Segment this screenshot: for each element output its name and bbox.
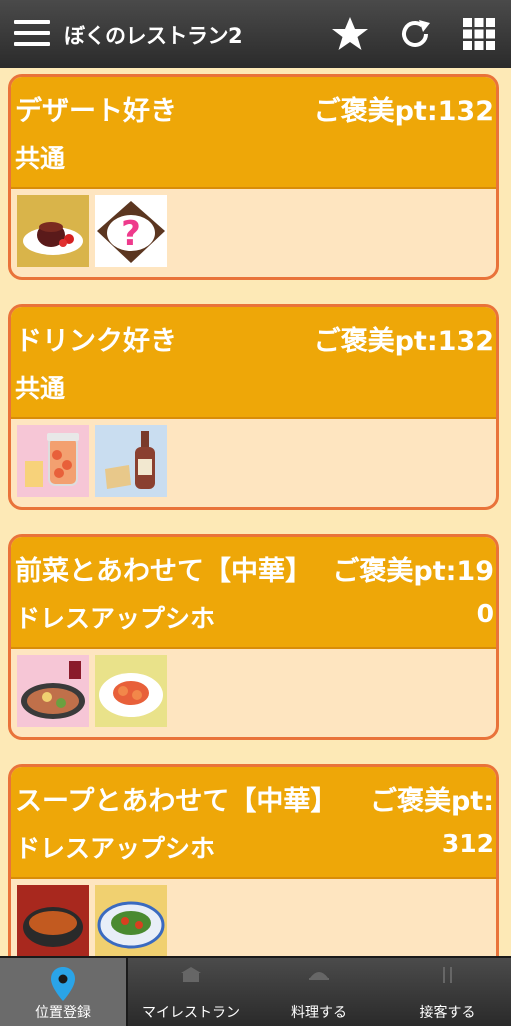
tab-label: マイレストラン xyxy=(142,1005,240,1021)
card-subtitle-extra: 312 xyxy=(441,829,494,858)
map-pin-icon xyxy=(51,967,75,1001)
fruit-drink-thumbnail[interactable] xyxy=(17,425,89,497)
sake-bottle-thumbnail[interactable] xyxy=(95,425,167,497)
card-header: デザート好き ご褒美pt:132 共通 xyxy=(11,77,496,189)
card-title: ドリンク好き xyxy=(15,326,177,357)
card-header: スープとあわせて【中華】 ご褒美pt: ドレスアップシホ 312 xyxy=(11,767,496,879)
tab-label: 位置登録 xyxy=(35,1005,91,1021)
stir-fry-thumbnail[interactable] xyxy=(95,885,167,956)
grid-menu-icon[interactable] xyxy=(459,14,499,54)
restaurant-icon xyxy=(181,967,201,982)
reward-points: ご褒美pt: xyxy=(369,786,494,817)
reward-card[interactable]: ドリンク好き ご褒美pt:132 共通 xyxy=(8,304,499,510)
card-subtitle: ドレスアップシホ xyxy=(15,834,216,863)
app-bar: ぼくのレストラン2 xyxy=(0,0,511,68)
star-icon[interactable] xyxy=(330,14,370,54)
reward-points: ご褒美pt:19 xyxy=(332,556,494,587)
card-subtitle: ドレスアップシホ xyxy=(15,604,216,633)
reward-card[interactable]: スープとあわせて【中華】 ご褒美pt: ドレスアップシホ 312 xyxy=(8,764,499,956)
appetizer-platter-thumbnail[interactable] xyxy=(17,655,89,727)
card-subtitle-extra: 0 xyxy=(476,599,494,628)
reward-card[interactable]: 前菜とあわせて【中華】 ご褒美pt:19 ドレスアップシホ 0 xyxy=(8,534,499,740)
card-header: 前菜とあわせて【中華】 ご褒美pt:19 ドレスアップシホ 0 xyxy=(11,537,496,649)
card-title: 前菜とあわせて【中華】 xyxy=(15,556,312,587)
app-title: ぼくのレストラン2 xyxy=(64,24,243,48)
svg-text:?: ? xyxy=(121,214,141,254)
card-subtitle: 共通 xyxy=(15,144,66,173)
soup-pot-thumbnail[interactable] xyxy=(17,885,89,956)
unknown-dish-thumbnail[interactable]: ? xyxy=(95,195,167,267)
tab-my-restaurant[interactable]: マイレストラン xyxy=(128,958,254,1026)
card-title: スープとあわせて【中華】 xyxy=(15,786,338,817)
cooking-icon xyxy=(309,972,329,980)
bottom-tab-bar: 位置登録 マイレストラン 料理する 接客する xyxy=(0,956,511,1026)
card-subtitle: 共通 xyxy=(15,374,66,403)
dessert-dish-thumbnail[interactable] xyxy=(17,195,89,267)
tab-serving[interactable]: 接客する xyxy=(384,958,511,1026)
card-header: ドリンク好き ご褒美pt:132 共通 xyxy=(11,307,496,419)
hamburger-menu-icon[interactable] xyxy=(14,20,50,48)
reward-card[interactable]: デザート好き ご褒美pt:132 共通 ? xyxy=(8,74,499,280)
serving-icon xyxy=(442,967,452,983)
tab-label: 接客する xyxy=(419,1005,476,1021)
card-title: デザート好き xyxy=(15,96,177,127)
card-list: デザート好き ご褒美pt:132 共通 ? ドリンク好き ご褒美pt:132 共… xyxy=(0,68,511,956)
tab-label: 料理する xyxy=(291,1005,347,1021)
shrimp-dish-thumbnail[interactable] xyxy=(95,655,167,727)
tab-cooking[interactable]: 料理する xyxy=(256,958,382,1026)
reward-points: ご褒美pt:132 xyxy=(313,326,494,357)
refresh-icon[interactable] xyxy=(395,14,435,54)
reward-points: ご褒美pt:132 xyxy=(313,96,494,127)
tab-location[interactable]: 位置登録 xyxy=(0,958,128,1026)
